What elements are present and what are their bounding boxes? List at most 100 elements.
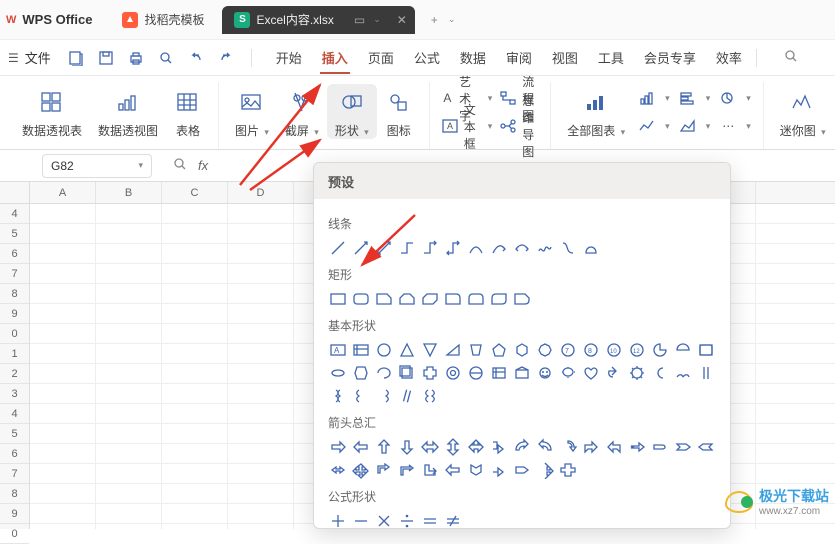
shape-basic-2[interactable] xyxy=(374,340,394,360)
cell[interactable] xyxy=(96,384,162,403)
shape-arrow-7[interactable] xyxy=(489,437,509,457)
row-header[interactable]: 6 xyxy=(0,444,29,464)
col-header[interactable]: C xyxy=(162,182,228,203)
hamburger-icon[interactable]: ☰ xyxy=(8,51,19,65)
shape-minus[interactable] xyxy=(351,511,371,529)
cell[interactable] xyxy=(162,284,228,303)
cell[interactable] xyxy=(96,484,162,503)
cell[interactable] xyxy=(30,204,96,223)
cell[interactable] xyxy=(96,464,162,483)
shape-basic-31[interactable] xyxy=(650,363,670,383)
picture-button[interactable]: 图片 ▾ xyxy=(227,84,277,139)
cell[interactable] xyxy=(162,204,228,223)
cell[interactable] xyxy=(30,364,96,383)
cell[interactable] xyxy=(30,524,96,529)
chevron-down-icon[interactable]: ⌄ xyxy=(448,14,456,25)
tab-templates[interactable]: 找稻壳模板 xyxy=(110,6,216,34)
screenshot-button[interactable]: 截屏 ▾ xyxy=(277,84,327,139)
cell[interactable] xyxy=(228,364,294,383)
chart-type-2[interactable]: ▾ xyxy=(637,114,670,138)
cell[interactable] xyxy=(162,504,228,523)
cell[interactable] xyxy=(228,424,294,443)
shape-arrow-line[interactable] xyxy=(351,238,371,258)
cell[interactable] xyxy=(30,504,96,523)
shapes-dropdown-panel[interactable]: 预设 线条 矩形 基本形状 xyxy=(313,162,731,529)
print-icon[interactable] xyxy=(123,45,149,71)
shape-basic-34[interactable] xyxy=(328,386,348,406)
shape-snip2[interactable] xyxy=(397,289,417,309)
tab-efficiency[interactable]: 效率 xyxy=(714,42,744,73)
row-header[interactable]: 9 xyxy=(0,304,29,324)
cell[interactable] xyxy=(96,244,162,263)
chart-type-1[interactable]: ▾ xyxy=(637,86,670,110)
shape-arrow-1[interactable] xyxy=(351,437,371,457)
redo-icon[interactable] xyxy=(213,45,239,71)
cell[interactable] xyxy=(30,484,96,503)
cell[interactable] xyxy=(96,204,162,223)
tab-review[interactable]: 审阅 xyxy=(504,42,534,73)
cell[interactable] xyxy=(228,344,294,363)
shape-arrow-20[interactable] xyxy=(397,460,417,480)
shape-round2same[interactable] xyxy=(466,289,486,309)
cell[interactable] xyxy=(162,384,228,403)
cell[interactable] xyxy=(228,284,294,303)
cell[interactable] xyxy=(96,404,162,423)
table-button[interactable]: 表格 xyxy=(166,84,210,139)
shape-plus[interactable] xyxy=(328,511,348,529)
cell[interactable] xyxy=(228,244,294,263)
shape-arrow-6[interactable] xyxy=(466,437,486,457)
cell[interactable] xyxy=(96,444,162,463)
shape-basic-38[interactable] xyxy=(420,386,440,406)
shape-basic-33[interactable] xyxy=(696,363,716,383)
cell[interactable] xyxy=(96,364,162,383)
shape-basic-23[interactable] xyxy=(466,363,486,383)
shape-elbow-double[interactable] xyxy=(443,238,463,258)
shape-arrow-8[interactable] xyxy=(512,437,532,457)
close-tab-icon[interactable]: ✕ xyxy=(397,13,407,27)
cell[interactable] xyxy=(30,424,96,443)
new-tab[interactable]: + ⌄ xyxy=(431,13,456,27)
cell[interactable] xyxy=(228,264,294,283)
shape-basic-3[interactable] xyxy=(397,340,417,360)
row-header[interactable]: 3 xyxy=(0,384,29,404)
shape-basic-22[interactable] xyxy=(443,363,463,383)
cell[interactable] xyxy=(162,304,228,323)
cell[interactable] xyxy=(162,464,228,483)
cell[interactable] xyxy=(228,404,294,423)
all-charts-button[interactable]: 全部图表 ▾ xyxy=(559,84,633,139)
shape-basic-13[interactable]: 12 xyxy=(627,340,647,360)
cell[interactable] xyxy=(96,324,162,343)
shape-roundrect[interactable] xyxy=(351,289,371,309)
shape-arrow-13[interactable] xyxy=(627,437,647,457)
row-header[interactable]: 4 xyxy=(0,404,29,424)
cell[interactable] xyxy=(30,444,96,463)
shape-arrow-16[interactable] xyxy=(696,437,716,457)
cell[interactable] xyxy=(162,364,228,383)
cell[interactable] xyxy=(162,264,228,283)
print-preview-icon[interactable] xyxy=(153,45,179,71)
row-header[interactable]: 0 xyxy=(0,324,29,344)
row-header[interactable]: 8 xyxy=(0,484,29,504)
zoom-to-cell-icon[interactable] xyxy=(172,156,188,175)
shape-arrow-24[interactable] xyxy=(489,460,509,480)
shape-equal[interactable] xyxy=(420,511,440,529)
monitor-icon[interactable]: ▭ xyxy=(354,13,365,27)
tab-view[interactable]: 视图 xyxy=(550,42,580,73)
tab-start[interactable]: 开始 xyxy=(274,42,304,73)
shape-basic-9[interactable] xyxy=(535,340,555,360)
row-header[interactable]: 5 xyxy=(0,224,29,244)
cell[interactable] xyxy=(30,224,96,243)
tab-insert[interactable]: 插入 xyxy=(320,42,350,73)
file-menu[interactable]: 文件 xyxy=(25,48,51,67)
tab-formula[interactable]: 公式 xyxy=(412,42,442,73)
fx-button[interactable]: fx xyxy=(198,158,208,173)
shape-basic-0[interactable]: A xyxy=(328,340,348,360)
cell[interactable] xyxy=(228,304,294,323)
undo-icon[interactable] xyxy=(183,45,209,71)
cell[interactable] xyxy=(162,524,228,529)
shape-arrow-26[interactable] xyxy=(535,460,555,480)
cell[interactable] xyxy=(228,324,294,343)
shape-basic-27[interactable] xyxy=(558,363,578,383)
shape-arrow-14[interactable] xyxy=(650,437,670,457)
cell[interactable] xyxy=(228,484,294,503)
